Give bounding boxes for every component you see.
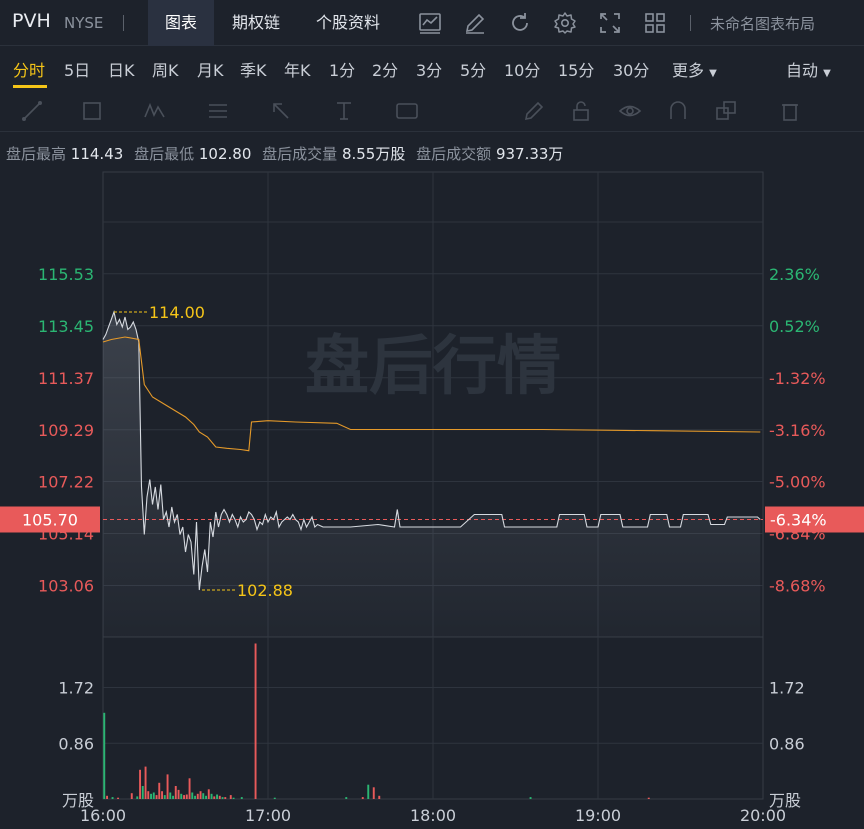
volume-bar: [647, 797, 650, 799]
volume-bar: [199, 791, 202, 799]
volume-bar: [216, 794, 219, 799]
volume-bar: [254, 643, 257, 799]
volume-bar: [111, 797, 114, 799]
price-tick-label: 109.29: [38, 421, 94, 440]
current-percent-value: -6.34%: [770, 511, 827, 530]
volume-bar: [378, 795, 381, 799]
high-marker-label: 114.00: [149, 303, 205, 322]
volume-bar: [150, 793, 153, 799]
volume-bar: [205, 795, 208, 799]
percent-tick-label: -5.00%: [769, 473, 826, 492]
volume-bar: [361, 797, 364, 799]
percent-tick-label: 2.36%: [769, 265, 820, 284]
volume-bar: [174, 786, 177, 799]
volume-bar: [163, 795, 166, 799]
volume-bar: [158, 782, 161, 799]
percent-tick-label: -3.16%: [769, 421, 826, 440]
volume-bar: [229, 795, 232, 799]
volume-bar: [180, 793, 183, 799]
volume-tick-label-left: 0.86: [58, 734, 94, 753]
volume-bar: [224, 797, 227, 799]
volume-bar: [196, 793, 199, 799]
volume-bar: [141, 786, 144, 799]
volume-tick-label-left: 1.72: [58, 679, 94, 698]
volume-bar: [144, 766, 147, 799]
volume-bar: [166, 774, 169, 799]
percent-tick-label: -1.32%: [769, 369, 826, 388]
volume-bar: [183, 795, 186, 799]
time-tick-label: 18:00: [410, 806, 456, 825]
price-tick-label: 107.22: [38, 473, 94, 492]
volume-bar: [161, 791, 164, 799]
price-tick-label: 103.06: [38, 577, 94, 596]
volume-bar: [152, 792, 155, 799]
volume-bar: [372, 787, 375, 799]
volume-bar: [345, 797, 348, 799]
volume-bar: [130, 793, 133, 799]
volume-bar: [177, 789, 180, 799]
low-marker-label: 102.88: [237, 581, 293, 600]
intraday-chart[interactable]: 盘后行情 114.00102.88 115.53113.45111.37109.…: [0, 0, 864, 829]
volume-pane: [103, 643, 650, 799]
volume-bar: [139, 769, 142, 799]
volume-bar: [240, 797, 243, 799]
volume-bar: [103, 712, 106, 799]
percent-tick-label: -8.68%: [769, 577, 826, 596]
chart-grid: [102, 171, 764, 800]
volume-bar: [273, 797, 276, 799]
volume-tick-label-right: 1.72: [769, 679, 805, 698]
volume-bar: [117, 797, 120, 799]
volume-bar: [232, 797, 235, 799]
volume-bar: [202, 793, 205, 799]
volume-bar: [191, 792, 194, 799]
time-tick-label: 19:00: [575, 806, 621, 825]
volume-bar: [188, 778, 191, 799]
volume-bar: [169, 792, 172, 799]
price-tick-label: 115.53: [38, 265, 94, 284]
volume-bar: [185, 794, 188, 799]
time-tick-label: 17:00: [245, 806, 291, 825]
volume-bar: [529, 797, 532, 799]
volume-bar: [147, 791, 150, 799]
volume-bar: [210, 793, 213, 799]
volume-bar: [221, 797, 224, 799]
volume-bar: [218, 795, 221, 799]
volume-bar: [155, 795, 158, 799]
volume-tick-label-right: 0.86: [769, 734, 805, 753]
percent-tick-label: 0.52%: [769, 317, 820, 336]
volume-bar: [106, 795, 109, 799]
current-price-value: 105.70: [22, 511, 78, 530]
time-tick-label: 20:00: [740, 806, 786, 825]
volume-bar: [207, 789, 210, 799]
volume-bar: [136, 796, 139, 799]
price-tick-label: 111.37: [38, 369, 94, 388]
volume-bar: [367, 784, 370, 799]
time-tick-label: 16:00: [80, 806, 126, 825]
volume-bar: [194, 795, 197, 799]
price-tick-label: 113.45: [38, 317, 94, 336]
volume-bar: [213, 796, 216, 799]
volume-bar: [172, 795, 175, 799]
